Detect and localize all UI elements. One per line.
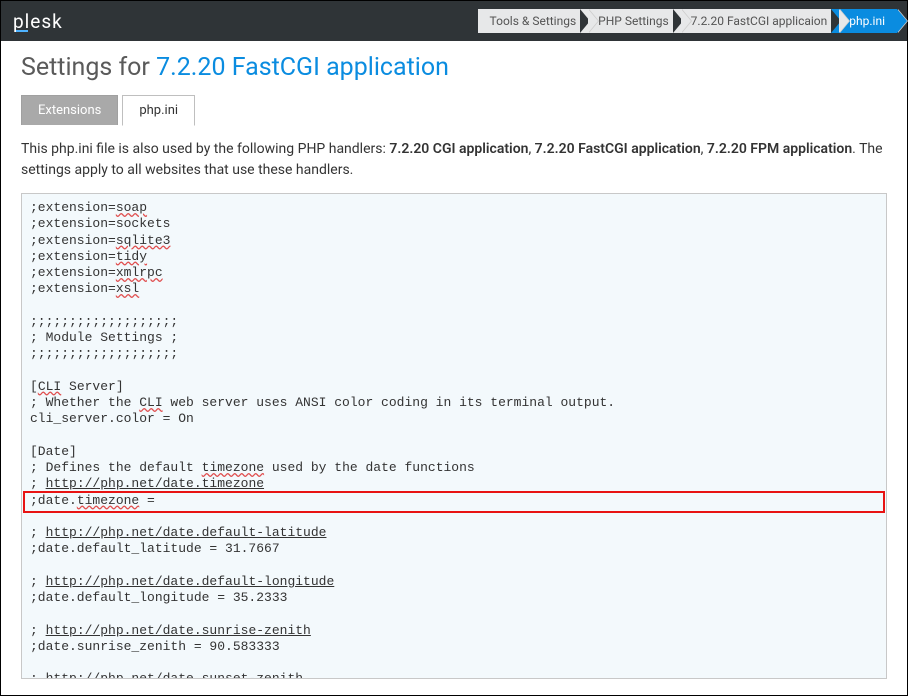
editor-line[interactable]: ;date.default_latitude = 31.7667: [30, 541, 878, 557]
breadcrumb-item-0[interactable]: Tools & Settings: [478, 9, 589, 33]
editor-container: ;extension=soap;extension=sockets;extens…: [21, 193, 887, 679]
editor-line[interactable]: ;;;;;;;;;;;;;;;;;;;: [30, 314, 878, 330]
editor-line[interactable]: [30, 363, 878, 379]
editor-line[interactable]: [30, 558, 878, 574]
editor-line[interactable]: ;date.default_longitude = 35.2333: [30, 590, 878, 606]
editor-line[interactable]: ;extension=sockets: [30, 216, 878, 232]
page-title: Settings for 7.2.20 FastCGI application: [21, 53, 887, 82]
editor-line[interactable]: [30, 509, 878, 525]
editor-line[interactable]: ;extension=xsl: [30, 281, 878, 297]
page-title-prefix: Settings for: [21, 53, 156, 82]
editor-line[interactable]: ; http://php.net/date.sunrise-zenith: [30, 623, 878, 639]
editor-line[interactable]: ; http://php.net/date.sunset-zenith: [30, 671, 878, 678]
content-area: Settings for 7.2.20 FastCGI application …: [1, 41, 907, 695]
editor-line[interactable]: [30, 428, 878, 444]
handler-name: 7.2.20 FastCGI application: [535, 141, 701, 157]
editor-line[interactable]: ; http://php.net/date.default-longitude: [30, 574, 878, 590]
php-ini-editor[interactable]: ;extension=soap;extension=sockets;extens…: [22, 194, 886, 678]
page-title-link[interactable]: 7.2.20 FastCGI application: [156, 53, 449, 82]
description-text: This php.ini file is also used by the fo…: [21, 139, 887, 181]
editor-line[interactable]: ;;;;;;;;;;;;;;;;;;;: [30, 346, 878, 362]
editor-line[interactable]: cli_server.color = On: [30, 411, 878, 427]
editor-line[interactable]: [30, 606, 878, 622]
editor-line[interactable]: ; Whether the CLI web server uses ANSI c…: [30, 395, 878, 411]
editor-line[interactable]: [30, 298, 878, 314]
editor-line[interactable]: ;date.sunrise_zenith = 90.583333: [30, 639, 878, 655]
app-logo[interactable]: plesk: [13, 10, 75, 33]
editor-line[interactable]: ;extension=tidy: [30, 249, 878, 265]
tab-php-ini[interactable]: php.ini: [122, 95, 195, 126]
handler-name: 7.2.20 CGI application: [389, 141, 528, 157]
editor-line[interactable]: [30, 655, 878, 671]
breadcrumb: Tools & SettingsPHP Settings7.2.20 FastC…: [478, 9, 897, 33]
editor-line[interactable]: [CLI Server]: [30, 379, 878, 395]
logo-accent: [16, 30, 28, 32]
tab-extensions[interactable]: Extensions: [21, 95, 118, 125]
editor-line[interactable]: ;date.timezone =: [30, 493, 878, 509]
editor-line[interactable]: ;extension=xmlrpc: [30, 265, 878, 281]
tabs: Extensionsphp.ini: [21, 94, 887, 125]
editor-line[interactable]: ;extension=soap: [30, 200, 878, 216]
editor-line[interactable]: ;extension=sqlite3: [30, 233, 878, 249]
editor-line[interactable]: ; Defines the default timezone used by t…: [30, 460, 878, 476]
breadcrumb-item-2[interactable]: 7.2.20 FastCGI applicaion: [673, 9, 840, 33]
editor-line[interactable]: ; http://php.net/date.default-latitude: [30, 525, 878, 541]
editor-line[interactable]: ; Module Settings ;: [30, 330, 878, 346]
editor-line[interactable]: ; http://php.net/date.timezone: [30, 476, 878, 492]
editor-line[interactable]: [Date]: [30, 444, 878, 460]
topbar: plesk Tools & SettingsPHP Settings7.2.20…: [1, 1, 907, 41]
handler-name: 7.2.20 FPM application: [707, 141, 852, 157]
